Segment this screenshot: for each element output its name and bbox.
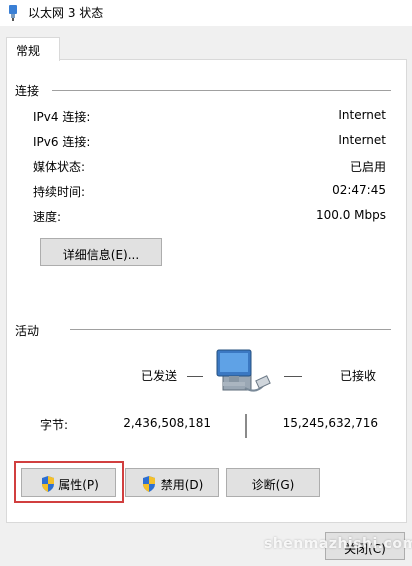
properties-button[interactable]: 属性(P) [21, 468, 116, 497]
window-title: 以太网 3 状态 [28, 6, 104, 20]
tab-general-label: 常规 [16, 44, 41, 58]
ipv6-value: Internet [338, 133, 386, 147]
sent-dash [187, 376, 203, 377]
duration-label: 持续时间: [33, 185, 86, 199]
disable-button-label: 禁用(D) [160, 478, 204, 492]
ipv6-label: IPv6 连接: [33, 135, 91, 149]
ethernet-plug-icon [9, 5, 17, 21]
media-state-value: 已启用 [349, 160, 386, 174]
diagnose-button[interactable]: 诊断(G) [226, 468, 320, 497]
ipv4-value: Internet [338, 108, 386, 122]
general-panel [6, 59, 407, 523]
connection-divider [52, 90, 391, 91]
activity-divider [70, 329, 391, 330]
bytes-label: 字节: [40, 418, 69, 432]
watermark-text: shenmazhishi.com [264, 536, 412, 552]
speed-value: 100.0 Mbps [315, 208, 386, 222]
ipv4-label: IPv4 连接: [33, 110, 91, 124]
connection-group-label: 连接 [15, 84, 40, 98]
duration-value: 02:47:45 [332, 183, 386, 197]
properties-button-label: 属性(P) [58, 478, 99, 492]
sent-label: 已发送 [141, 369, 178, 383]
media-state-label: 媒体状态: [33, 160, 86, 174]
speed-label: 速度: [33, 210, 62, 224]
diagnose-button-label: 诊断(G) [251, 478, 295, 492]
bytes-separator [245, 414, 247, 438]
title-bar: 以太网 3 状态 [0, 0, 412, 26]
activity-group-label: 活动 [15, 324, 40, 338]
details-button-label: 详细信息(E)... [62, 248, 140, 262]
disable-button[interactable]: 禁用(D) [125, 468, 219, 497]
bytes-received-value: 15,245,632,716 [282, 416, 378, 430]
bytes-sent-value: 2,436,508,181 [123, 416, 211, 430]
received-label: 已接收 [340, 369, 377, 383]
network-computer-icon [216, 349, 271, 392]
details-button[interactable]: 详细信息(E)... [40, 238, 162, 266]
tab-general[interactable]: 常规 [6, 37, 60, 61]
received-dash [284, 376, 302, 377]
